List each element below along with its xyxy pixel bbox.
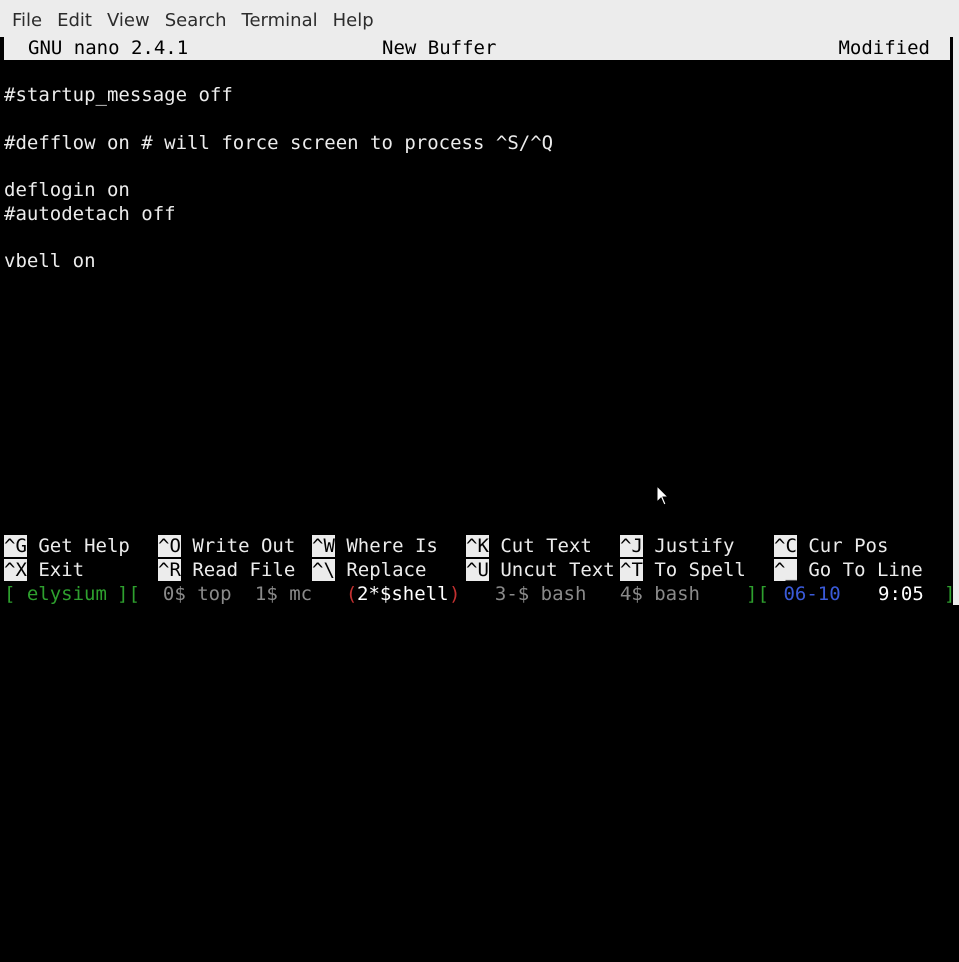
editor-line: deflogin on xyxy=(4,179,130,201)
shortcut-get-help[interactable]: ^G Get Help xyxy=(4,535,130,559)
scrollbar[interactable] xyxy=(953,37,959,605)
shortcut-label: Read File xyxy=(180,559,296,581)
editor-line: #startup_message off xyxy=(4,84,233,107)
shortcut-key: ^O xyxy=(158,535,181,557)
shortcut-key: ^W xyxy=(312,535,335,557)
status-date: 06-10 xyxy=(772,583,841,605)
shortcut-label: Replace xyxy=(334,559,427,581)
status-window-4: 4$ bash xyxy=(597,583,700,605)
status-separator: ][ xyxy=(746,583,769,605)
menu-bar: File Edit View Search Terminal Help xyxy=(0,0,959,37)
mouse-pointer-icon xyxy=(656,485,670,506)
menu-help[interactable]: Help xyxy=(325,10,382,31)
editor-line: #defflow on # will force screen to proce… xyxy=(4,131,554,154)
shortcut-key: ^X xyxy=(4,559,27,581)
shortcut-read-file[interactable]: ^R Read File xyxy=(158,559,295,583)
shortcut-cur-pos[interactable]: ^C Cur Pos xyxy=(774,535,888,559)
screen-status-line: [ elysium ][ 0$ top 1$ mc ( 2*$shell ) 3… xyxy=(4,583,955,605)
shortcut-label: Cur Pos xyxy=(796,535,889,557)
menu-terminal[interactable]: Terminal xyxy=(234,10,326,31)
shortcut-label: To Spell xyxy=(642,559,746,581)
shortcut-row-2: ^X Exit ^R Read File ^\ Replace ^U Uncut… xyxy=(4,559,954,583)
shortcut-key: ^J xyxy=(620,535,643,557)
shortcut-to-spell[interactable]: ^T To Spell xyxy=(620,559,746,583)
shortcut-key: ^U xyxy=(466,559,489,581)
buffer-name: New Buffer xyxy=(382,37,497,59)
menu-file[interactable]: File xyxy=(0,10,50,31)
status-time: 9:05 xyxy=(878,583,924,605)
menu-search[interactable]: Search xyxy=(157,10,235,31)
status-window-0: 0$ top xyxy=(140,583,232,605)
shortcut-justify[interactable]: ^J Justify xyxy=(620,535,734,559)
status-hostname: elysium xyxy=(15,583,119,605)
terminal-window: File Edit View Search Terminal Help GNU … xyxy=(0,0,959,605)
shortcut-key: ^_ xyxy=(774,559,797,581)
shortcut-key: ^G xyxy=(4,535,27,557)
shortcut-label: Justify xyxy=(642,535,735,557)
shortcut-replace[interactable]: ^\ Replace xyxy=(312,559,426,583)
shortcut-label: Go To Line xyxy=(796,559,923,581)
shortcut-label: Write Out xyxy=(180,535,296,557)
shortcut-label: Get Help xyxy=(26,535,130,557)
status-window-2-active: 2*$shell xyxy=(357,583,449,605)
status-window-1: 1$ mc xyxy=(232,583,313,605)
terminal-screen[interactable]: GNU nano 2.4.1 New Buffer Modified #star… xyxy=(0,37,955,605)
shortcut-uncut-text[interactable]: ^U Uncut Text xyxy=(466,559,615,583)
shortcut-label: Cut Text xyxy=(488,535,592,557)
status-separator: ][ xyxy=(117,583,140,605)
shortcut-key: ^R xyxy=(158,559,181,581)
shortcut-cut-text[interactable]: ^K Cut Text xyxy=(466,535,592,559)
shortcut-key: ^\ xyxy=(312,559,335,581)
shortcut-exit[interactable]: ^X Exit xyxy=(4,559,84,583)
shortcut-label: Where Is xyxy=(334,535,438,557)
status-window-2-close: ) xyxy=(449,583,461,605)
shortcut-write-out[interactable]: ^O Write Out xyxy=(158,535,295,559)
status-window-2-open: ( xyxy=(323,583,358,605)
menu-view[interactable]: View xyxy=(99,10,158,31)
editor-line: vbell on xyxy=(4,250,96,273)
status-window-3: 3-$ bash xyxy=(472,583,587,605)
shortcut-key: ^C xyxy=(774,535,797,557)
nano-version: GNU nano 2.4.1 xyxy=(28,37,189,59)
shortcut-row-1: ^G Get Help ^O Write Out ^W Where Is ^K … xyxy=(4,535,954,559)
editor-line: #autodetach off xyxy=(4,202,176,225)
nano-title-bar: GNU nano 2.4.1 New Buffer Modified xyxy=(4,37,950,60)
shortcut-key: ^T xyxy=(620,559,643,581)
shortcut-label: Uncut Text xyxy=(488,559,615,581)
status-open-bracket: [ xyxy=(4,583,16,605)
shortcut-key: ^K xyxy=(466,535,489,557)
shortcut-where-is[interactable]: ^W Where Is xyxy=(312,535,438,559)
modified-status: Modified xyxy=(838,37,930,59)
menu-edit[interactable]: Edit xyxy=(49,10,100,31)
shortcut-label: Exit xyxy=(26,559,85,581)
shortcut-go-to-line[interactable]: ^_ Go To Line xyxy=(774,559,923,583)
